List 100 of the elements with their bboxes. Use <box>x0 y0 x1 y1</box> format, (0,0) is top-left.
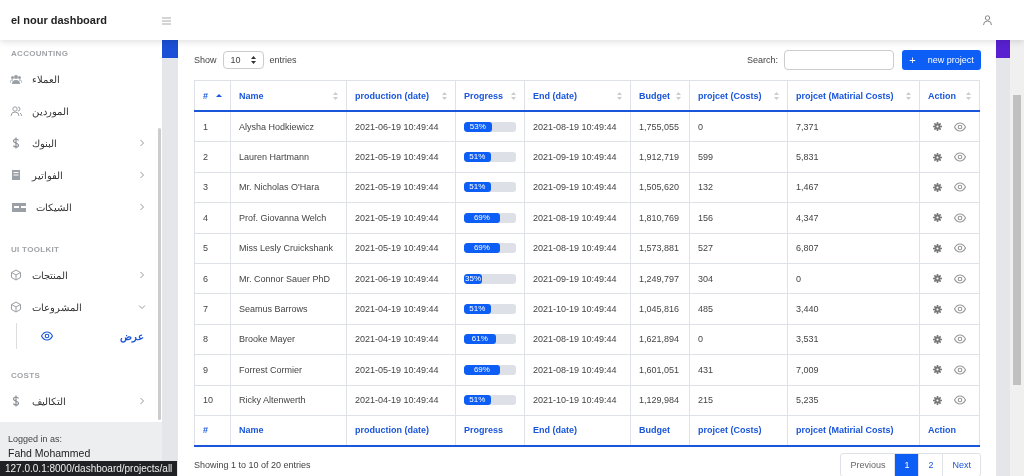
page-link[interactable]: Next <box>942 453 980 476</box>
submenu-item[interactable]: عرض <box>120 330 144 342</box>
settings-icon[interactable] <box>933 213 942 223</box>
column-footer: projcet (Costs) <box>689 415 788 446</box>
search-field[interactable] <box>784 50 894 70</box>
sidebar-item[interactable]: الموردين <box>0 95 156 127</box>
sort-arrows-icon <box>906 91 911 100</box>
sidebar-item[interactable]: التكاليف <box>0 385 156 417</box>
table-cell: 2021-04-19 10:49:44 <box>346 293 456 325</box>
table-cell: 156 <box>689 202 788 234</box>
user-name: Fahd Mohammed <box>8 447 92 459</box>
sidebar-item[interactable]: البنوك <box>0 127 156 159</box>
table-cell: Ricky Altenwerth <box>230 385 347 416</box>
view-icon[interactable] <box>954 242 966 255</box>
table-cell: 2021-09-19 10:49:44 <box>524 141 631 173</box>
status-url: 127.0.0.1:8000/dashboard/projects/all <box>0 461 178 476</box>
view-icon[interactable] <box>954 303 966 316</box>
view-icon[interactable] <box>954 181 966 194</box>
column-header[interactable]: Name <box>230 80 347 111</box>
table-cell: 2021-05-19 10:49:44 <box>346 354 456 385</box>
view-icon[interactable] <box>954 120 966 133</box>
progress-fill: 61% <box>464 334 496 345</box>
table-cell: 6,807 <box>787 233 920 264</box>
table-cell: 431 <box>689 354 788 385</box>
column-header[interactable]: production (date) <box>346 80 456 111</box>
app-title: el nour dashboard <box>10 14 108 26</box>
progress-fill: 51% <box>464 395 491 406</box>
view-icon[interactable] <box>954 151 966 164</box>
scrollbar[interactable] <box>1010 40 1024 476</box>
settings-icon[interactable] <box>933 243 942 253</box>
table-cell: 2021-06-19 10:49:44 <box>346 111 456 142</box>
view-icon[interactable] <box>954 394 966 407</box>
sort-arrows-icon <box>966 91 971 100</box>
sidebar-item[interactable]: المنتجات <box>0 259 156 291</box>
page-size-select[interactable]: 10 <box>222 51 264 69</box>
view-icon[interactable] <box>954 272 966 285</box>
settings-icon[interactable] <box>933 395 942 405</box>
table-cell: 1,755,055 <box>630 111 690 142</box>
table-cell: 1,249,797 <box>630 263 690 294</box>
column-header[interactable]: Progress <box>455 80 525 111</box>
section-heading: COSTS <box>10 370 42 382</box>
table-cell: Miss Lesly Cruickshank <box>230 233 347 264</box>
settings-icon[interactable] <box>933 304 942 314</box>
settings-icon[interactable] <box>933 334 942 344</box>
eye-icon <box>41 330 53 342</box>
view-icon[interactable] <box>954 333 966 346</box>
column-header[interactable]: Budget <box>630 80 690 111</box>
table-cell: 1,573,881 <box>630 233 690 264</box>
page-link[interactable]: 1 <box>894 453 919 476</box>
table-cell: 7,371 <box>787 111 920 142</box>
table-cell: Prof. Giovanna Welch <box>230 202 347 234</box>
table-cell: Mr. Connor Sauer PhD <box>230 263 347 294</box>
menu-icon[interactable] <box>162 17 171 25</box>
table-cell: 2021-05-19 10:49:44 <box>346 202 456 234</box>
sort-arrows-icon <box>676 91 681 100</box>
sidebar-item[interactable]: العملاء <box>0 63 156 95</box>
progress-fill: 69% <box>464 212 500 223</box>
column-header[interactable]: Action <box>919 80 980 111</box>
table-cell: 1,129,984 <box>630 385 690 416</box>
table-cell: Brooke Mayer <box>230 324 347 355</box>
user-icon[interactable] <box>983 15 992 25</box>
page-link[interactable]: 2 <box>918 453 943 476</box>
table-cell: 215 <box>689 385 788 416</box>
progress-fill: 51% <box>464 152 491 163</box>
sidebar-item[interactable]: المشروعات <box>0 291 156 323</box>
view-icon[interactable] <box>954 363 966 376</box>
table-cell: 10 <box>194 385 231 416</box>
table-cell: 4 <box>194 202 231 234</box>
table-cell: 2021-09-19 10:49:44 <box>524 263 631 294</box>
table-cell: 2021-04-19 10:49:44 <box>346 385 456 416</box>
cube-icon <box>10 301 22 313</box>
table-cell: 2021-05-19 10:49:44 <box>346 141 456 173</box>
sort-arrows-icon <box>442 91 447 100</box>
settings-icon[interactable] <box>933 152 942 162</box>
settings-icon[interactable] <box>933 274 942 284</box>
settings-icon[interactable] <box>933 182 942 192</box>
settings-icon[interactable] <box>933 122 942 132</box>
view-icon[interactable] <box>954 211 966 224</box>
column-header[interactable]: End (date) <box>524 80 631 111</box>
section-heading: UI TOOLKIT <box>10 244 61 256</box>
logged-in-caption: Logged in as: <box>8 434 64 444</box>
table-cell: 1,045,816 <box>630 293 690 325</box>
table-cell: 1,601,051 <box>630 354 690 385</box>
new-project-button[interactable]: + new project <box>902 50 981 70</box>
sort-ascending-icon <box>216 92 222 99</box>
section-heading: ACCOUNTING <box>10 48 70 60</box>
table-cell: 1,810,769 <box>630 202 690 234</box>
progress-fill: 53% <box>464 121 492 132</box>
sidebar-item[interactable]: الفواتير <box>0 159 156 191</box>
column-footer: Budget <box>630 415 690 446</box>
sort-arrows-icon <box>333 91 338 100</box>
page-link[interactable]: Previous <box>841 453 895 476</box>
table-cell: 0 <box>689 324 788 355</box>
column-header[interactable]: projcet (Matirial Costs) <box>787 80 920 111</box>
column-header[interactable]: # <box>194 80 231 111</box>
table-cell: 2021-06-19 10:49:44 <box>346 263 456 294</box>
table-cell: 7,009 <box>787 354 920 385</box>
settings-icon[interactable] <box>933 365 942 375</box>
column-header[interactable]: projcet (Costs) <box>689 80 788 111</box>
sidebar-item[interactable]: الشيكات <box>0 191 156 223</box>
